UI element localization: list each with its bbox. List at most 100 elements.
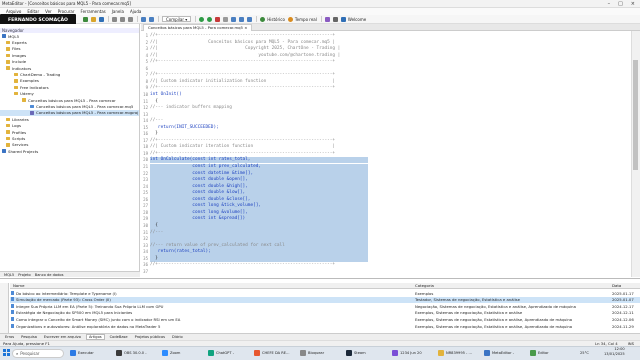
tree-label: Indicators bbox=[12, 65, 32, 71]
taskbar-app[interactable]: Editor bbox=[530, 348, 549, 358]
article-icon bbox=[11, 303, 14, 308]
nav-tab-project[interactable]: Projeto bbox=[18, 273, 31, 277]
col-name[interactable]: Nome bbox=[13, 283, 24, 288]
windows-start-icon[interactable] bbox=[3, 349, 10, 356]
folder-open-icon bbox=[14, 91, 18, 96]
tree-item-shared-projects[interactable]: Shared Projects bbox=[0, 148, 139, 154]
folder-icon bbox=[6, 47, 10, 51]
tree-label: Services bbox=[12, 142, 29, 148]
app-label: Editor bbox=[538, 351, 549, 355]
taskbar-app[interactable]: CHEFE DA RE... bbox=[254, 348, 289, 358]
nav-tab-mql5[interactable]: MQL5 bbox=[4, 273, 14, 277]
save-icon[interactable] bbox=[99, 16, 104, 22]
menu-window[interactable]: Janela bbox=[112, 9, 124, 14]
tab-errors[interactable]: Erros bbox=[3, 335, 16, 339]
undo-icon[interactable] bbox=[141, 16, 146, 22]
article-name: Organizations e autovalores: Análise exp… bbox=[16, 323, 161, 329]
taskbar-app[interactable]: ChatGPT - bbox=[208, 348, 234, 358]
welcome-button[interactable]: Welcome bbox=[348, 17, 366, 22]
taskbar-app[interactable]: Executar bbox=[70, 348, 94, 358]
article-row[interactable]: Organizations e autovalores: Análise exp… bbox=[10, 323, 640, 329]
code-line: //+-------------------------------------… bbox=[150, 262, 336, 268]
tab-write-file[interactable]: Escrever em arquivo bbox=[42, 335, 83, 339]
maximize-icon[interactable]: □ bbox=[618, 1, 623, 7]
folder-icon bbox=[6, 136, 10, 141]
editor-tab[interactable]: Conceitos básicos para MQL5 - Para comec… bbox=[143, 23, 253, 31]
taskbar-app[interactable]: OBS 30.0.0 - bbox=[116, 348, 147, 358]
app-icon bbox=[392, 350, 398, 356]
history-icon[interactable] bbox=[260, 16, 266, 22]
history-button[interactable]: Histórico bbox=[267, 17, 285, 22]
step-out-icon[interactable] bbox=[247, 16, 253, 22]
taskbar-app[interactable]: Steam bbox=[346, 348, 366, 358]
folder-icon bbox=[6, 143, 10, 147]
step-over-icon[interactable] bbox=[239, 16, 245, 22]
code-editor[interactable]: 1//+------------------------------------… bbox=[141, 31, 631, 277]
article-date: 2024.12.11 bbox=[612, 310, 634, 316]
scrollbar-thumb[interactable] bbox=[633, 60, 638, 170]
line-number: 21 bbox=[143, 164, 148, 169]
stop-icon[interactable] bbox=[215, 16, 221, 22]
tab-public-projects[interactable]: Projetos públicos bbox=[133, 335, 167, 339]
app-icon bbox=[530, 350, 536, 356]
menu-tools[interactable]: Ferramentas bbox=[81, 9, 106, 14]
redo-icon[interactable] bbox=[149, 16, 154, 22]
step-into-icon[interactable] bbox=[231, 16, 237, 22]
menu-help[interactable]: Ajuda bbox=[130, 9, 141, 14]
tree-label: Shared Projects bbox=[8, 148, 39, 154]
article-row[interactable]: Integre Sua Própria LLM em EA (Parte 5):… bbox=[10, 303, 640, 309]
app-icon bbox=[70, 350, 76, 356]
taskbar-app[interactable]: MetaEditor - bbox=[484, 348, 514, 358]
clock[interactable]: 12:00 13/01/2025 bbox=[604, 347, 625, 357]
article-category: Negociação, Sistemas de negociação, Esta… bbox=[415, 303, 576, 309]
taskbar-app[interactable]: 1234 Jun 20 bbox=[392, 348, 422, 358]
cut-icon[interactable] bbox=[112, 16, 117, 22]
article-category: Exemplos bbox=[415, 290, 434, 296]
article-name: Simulação de mercado (Parte 93): Cross O… bbox=[16, 297, 111, 303]
article-row[interactable]: Do básico ao intermediário: Template e T… bbox=[10, 290, 640, 296]
taskbar-app[interactable]: NR839995 - ... bbox=[438, 348, 472, 358]
nav-tab-database[interactable]: Banco de dados bbox=[35, 273, 64, 277]
search-placeholder: Pesquisar bbox=[20, 351, 40, 356]
real-time-icon[interactable] bbox=[287, 16, 293, 22]
profiler-icon[interactable] bbox=[324, 16, 330, 22]
taskbar-app[interactable]: Zoom bbox=[162, 348, 180, 358]
line-number: 33 bbox=[143, 242, 148, 248]
app-icon bbox=[116, 350, 122, 356]
article-category: Exemplos, Sistemas de negociação, Estatí… bbox=[415, 323, 573, 329]
tree-label: Conceitos básicos para MQL5 - Para comec… bbox=[36, 103, 134, 109]
open-folder-icon[interactable] bbox=[91, 16, 96, 22]
article-row[interactable]: Simulação de mercado (Parte 93): Cross O… bbox=[10, 296, 640, 303]
tab-codebase[interactable]: CodeBase bbox=[108, 335, 130, 339]
start-debug-icon[interactable] bbox=[199, 16, 205, 22]
real-time-button[interactable]: Tempo real bbox=[295, 17, 317, 22]
article-row[interactable]: Estratégia de Negociação do SP500 em MQL… bbox=[10, 310, 640, 316]
terminal-icon[interactable] bbox=[332, 16, 338, 22]
compile-button[interactable]: Compilar ▾ bbox=[162, 16, 192, 22]
col-date[interactable]: Data bbox=[612, 283, 621, 288]
line-number: 26 bbox=[143, 196, 148, 202]
paste-icon[interactable] bbox=[128, 16, 133, 22]
taskbar-app[interactable]: Bloquear bbox=[300, 348, 324, 358]
close-icon[interactable]: × bbox=[631, 1, 635, 7]
taskbar-search[interactable]: ⌕ Pesquisar bbox=[12, 349, 64, 358]
tab-journal[interactable]: Diário bbox=[170, 335, 185, 339]
code-line: //+-------------------------------------… bbox=[150, 85, 336, 91]
minimize-icon[interactable]: – bbox=[608, 1, 611, 7]
tree-label: ChartDemo - Trading bbox=[20, 72, 61, 78]
app-icon bbox=[484, 350, 490, 356]
start-history-debug-icon[interactable] bbox=[207, 16, 213, 22]
close-tab-icon[interactable]: × bbox=[244, 25, 247, 30]
code-line: return(rates_total); bbox=[150, 249, 211, 255]
tab-search[interactable]: Pesquisa bbox=[19, 335, 39, 339]
pause-icon[interactable] bbox=[223, 16, 229, 22]
col-category[interactable]: Categoria bbox=[415, 283, 434, 288]
article-name: Integre Sua Própria LLM em EA (Parte 5):… bbox=[16, 303, 164, 309]
article-row[interactable]: Como integrar o Conceito de Smart Money … bbox=[10, 316, 640, 322]
menu-bar: Arquivo Editar Ver Procurar Ferramentas … bbox=[0, 8, 640, 15]
copy-icon[interactable] bbox=[120, 16, 125, 22]
welcome-icon[interactable] bbox=[340, 16, 346, 22]
folder-open-icon bbox=[6, 66, 10, 70]
article-date: 2024.12.17 bbox=[612, 303, 634, 309]
new-file-icon[interactable] bbox=[83, 16, 88, 22]
